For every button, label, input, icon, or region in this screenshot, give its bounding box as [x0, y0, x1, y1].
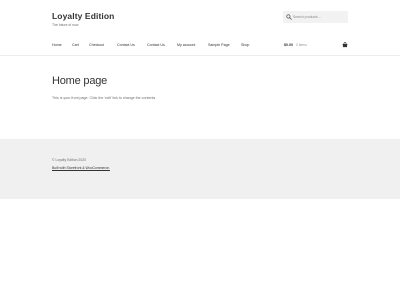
nav-item-checkout[interactable]: Checkout — [89, 43, 104, 47]
footer-copyright: © Loyalty Edition 2020 — [52, 158, 86, 162]
site-tagline: The future of now — [52, 23, 79, 27]
cart-item-count[interactable]: 0 items — [296, 43, 307, 47]
nav-item-contact-us[interactable]: Contact Us — [117, 43, 135, 47]
cart-amount[interactable]: $0.00 — [284, 43, 293, 47]
nav-item-contact-us-2[interactable]: Contact Us — [147, 43, 165, 47]
page-body-text: This is your front page. Click the 'edit… — [52, 96, 156, 100]
search-icon — [286, 13, 292, 20]
nav-item-my-account[interactable]: My account — [177, 43, 195, 47]
nav-item-home[interactable]: Home — [52, 43, 62, 47]
search-input[interactable] — [293, 13, 345, 21]
search-box[interactable] — [283, 11, 348, 23]
nav-item-cart[interactable]: Cart — [72, 43, 79, 47]
primary-navigation: Home Cart Checkout Contact Us Contact Us… — [0, 38, 400, 56]
nav-item-sample-page[interactable]: Sample Page — [208, 43, 230, 47]
cart-icon[interactable] — [342, 42, 348, 48]
nav-item-shop[interactable]: Shop — [241, 43, 249, 47]
page-title: Home page — [52, 75, 108, 87]
site-footer: © Loyalty Edition 2020 Built with Storef… — [0, 139, 400, 199]
footer-credit-link[interactable]: Built with Storefront & WooCommerce. — [52, 166, 110, 170]
site-title[interactable]: Loyalty Edition — [52, 11, 114, 21]
